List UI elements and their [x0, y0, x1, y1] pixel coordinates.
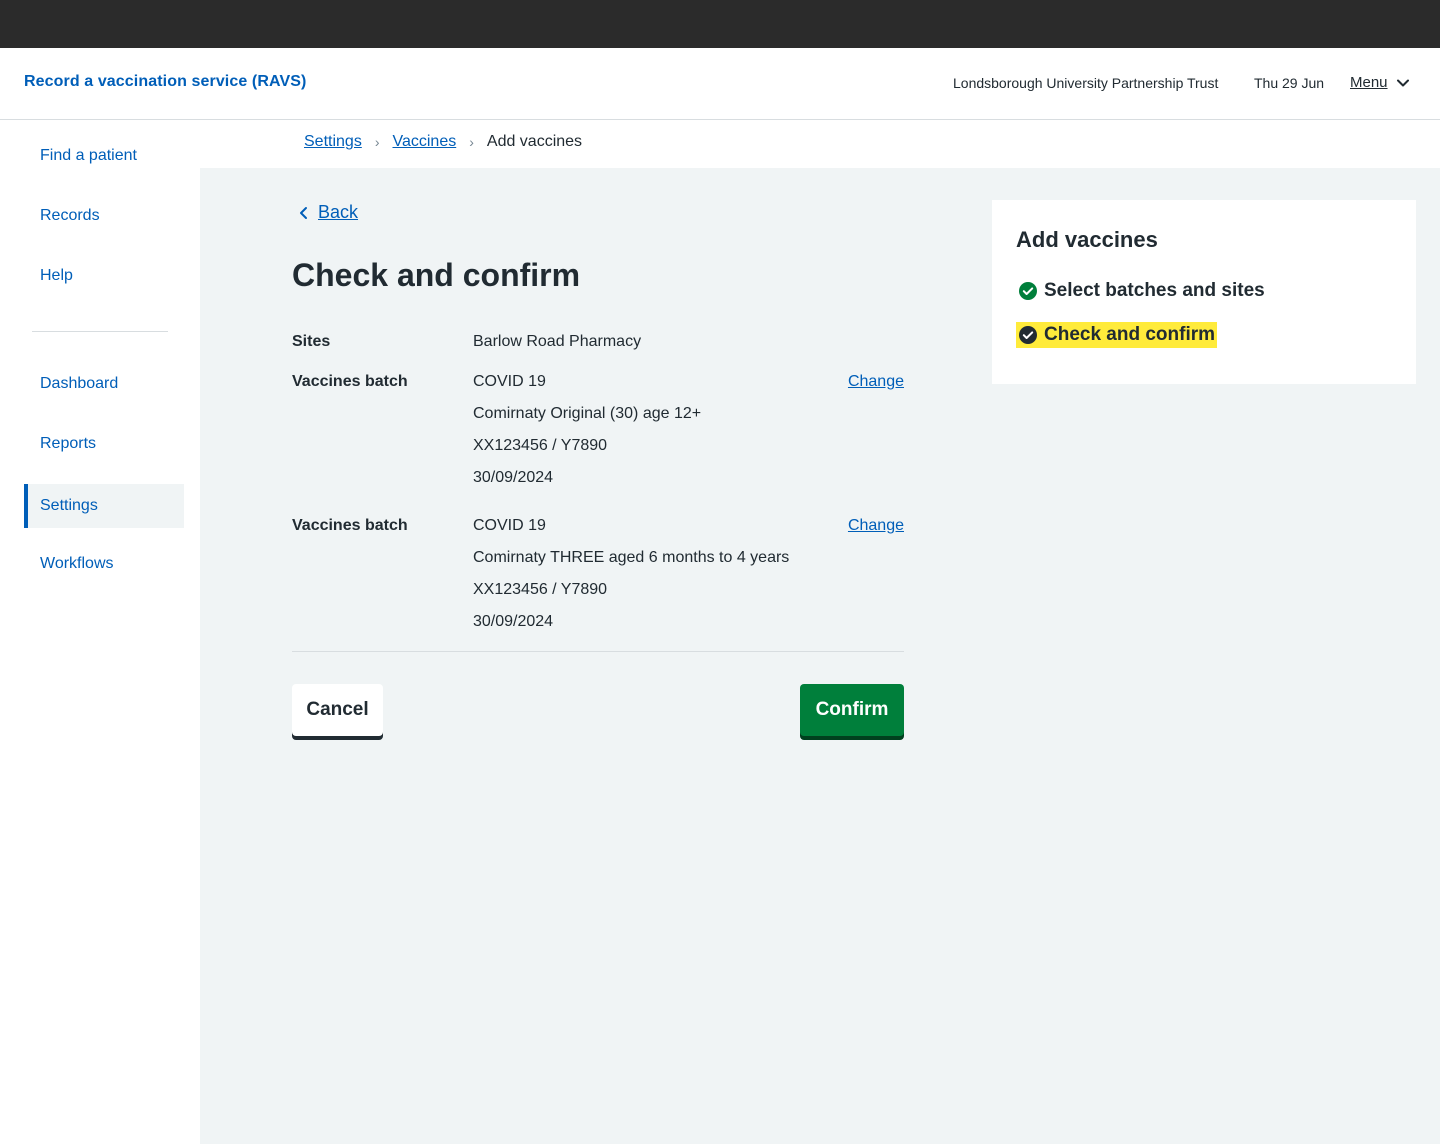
summary-divider: [292, 651, 904, 652]
summary-key-sites: Sites: [292, 333, 331, 350]
breadcrumb-current: Add vaccines: [486, 133, 583, 150]
change-batch-link[interactable]: Change: [848, 373, 904, 391]
back-link[interactable]: Back: [298, 202, 358, 223]
change-batch-link[interactable]: Change: [848, 517, 904, 535]
summary-value-batch: COVID 19 Comirnaty THREE aged 6 months t…: [473, 510, 789, 638]
breadcrumb-separator-icon: ›: [469, 134, 474, 150]
task-list-title: Add vaccines: [1016, 227, 1158, 252]
sidebar-item-workflows[interactable]: Workflows: [24, 542, 184, 586]
back-label: Back: [318, 202, 359, 222]
task-step-check-and-confirm: Check and confirm: [1016, 322, 1218, 348]
menu-label: Menu: [1350, 74, 1388, 91]
batch-number: XX123456 / Y7890: [473, 581, 608, 598]
sidebar-item-reports[interactable]: Reports: [24, 422, 184, 466]
top-bar: [0, 0, 1440, 48]
chevron-left-icon: [300, 206, 307, 219]
sidebar-item-settings[interactable]: Settings: [24, 484, 184, 528]
summary-value-sites: Barlow Road Pharmacy: [473, 333, 642, 350]
batch-product: Comirnaty Original (30) age 12+: [473, 405, 702, 422]
breadcrumb-settings[interactable]: Settings: [304, 133, 362, 151]
task-step-select-batches: Select batches and sites: [1016, 278, 1267, 304]
sidebar-divider: [32, 331, 168, 332]
summary-key-batch: Vaccines batch: [292, 373, 408, 390]
sidebar-item-help[interactable]: Help: [24, 254, 184, 298]
menu-button[interactable]: Menu: [1350, 74, 1410, 91]
sidebar-nav: Find a patient Records Help Dashboard Re…: [0, 120, 200, 1144]
breadcrumb-vaccines[interactable]: Vaccines: [392, 133, 456, 151]
current-date: Thu 29 Jun: [1254, 75, 1325, 91]
summary-key-batch: Vaccines batch: [292, 517, 408, 534]
task-step-label: Select batches and sites: [1044, 280, 1265, 301]
batch-expiry: 30/09/2024: [473, 613, 554, 630]
batch-expiry: 30/09/2024: [473, 469, 554, 486]
breadcrumb-bar: Settings › Vaccines › Add vaccines: [200, 120, 1440, 168]
batch-vaccine: COVID 19: [473, 373, 546, 390]
site-header: Record a vaccination service (RAVS) Lond…: [0, 48, 1440, 120]
chevron-down-icon: [1396, 79, 1409, 86]
sidebar-item-dashboard[interactable]: Dashboard: [24, 362, 184, 406]
batch-vaccine: COVID 19: [473, 517, 546, 534]
confirm-button[interactable]: Confirm: [800, 684, 904, 736]
check-circle-green-icon: [1019, 282, 1037, 300]
batch-product: Comirnaty THREE aged 6 months to 4 years: [473, 549, 790, 566]
cancel-button[interactable]: Cancel: [292, 684, 383, 736]
batch-number: XX123456 / Y7890: [473, 437, 608, 454]
task-list-panel: Add vaccines Select batches and sites Ch…: [992, 200, 1416, 384]
sidebar-item-records[interactable]: Records: [24, 194, 184, 238]
breadcrumb: Settings › Vaccines › Add vaccines: [304, 133, 582, 151]
check-circle-dark-icon: [1019, 326, 1037, 344]
breadcrumb-separator-icon: ›: [374, 134, 380, 150]
page-title: Check and confirm: [292, 257, 581, 293]
summary-value-batch: COVID 19 Comirnaty Original (30) age 12+…: [473, 366, 701, 494]
organisation-name: Londsborough University Partnership Trus…: [953, 75, 1219, 91]
sidebar-item-find-a-patient[interactable]: Find a patient: [24, 134, 184, 178]
task-step-label: Check and confirm: [1044, 324, 1216, 345]
service-name-link[interactable]: Record a vaccination service (RAVS): [24, 73, 306, 91]
